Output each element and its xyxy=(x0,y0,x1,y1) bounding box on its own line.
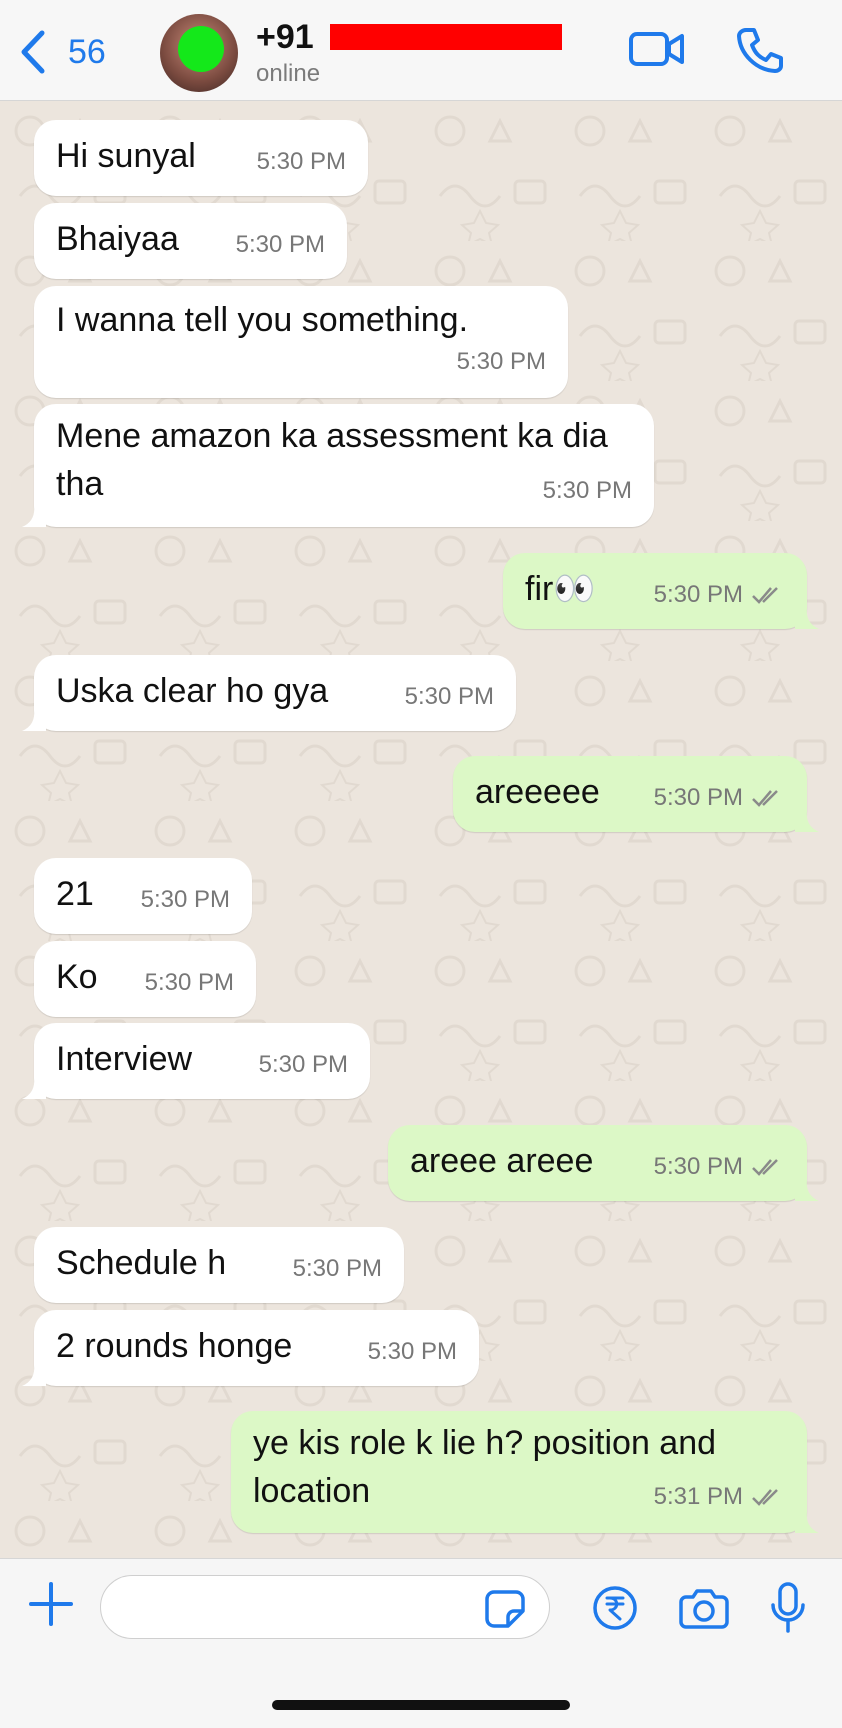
message-outgoing[interactable]: fir👀 5:30 PM xyxy=(503,553,819,629)
redacted-number-bar xyxy=(330,24,562,50)
message-time: 5:30 PM xyxy=(653,581,743,608)
message-outgoing[interactable]: ye kis role k lie h? position and locati… xyxy=(231,1411,819,1533)
video-call-button[interactable] xyxy=(628,26,686,72)
unread-count: 56 xyxy=(68,32,106,71)
message-incoming[interactable]: I wanna tell you something. 5:30 PM xyxy=(34,286,568,398)
contact-status: online xyxy=(256,60,321,87)
message-text: Mene amazon ka assessment ka dia tha xyxy=(56,417,608,503)
message-time: 5:30 PM xyxy=(256,148,346,175)
message-incoming[interactable]: Ko 5:30 PM xyxy=(34,941,256,1017)
plus-icon xyxy=(29,1582,73,1626)
voice-call-button[interactable] xyxy=(736,26,784,74)
message-time: 5:30 PM xyxy=(367,1338,457,1365)
voice-message-button[interactable] xyxy=(770,1581,806,1640)
message-outgoing[interactable]: areee areee 5:30 PM xyxy=(388,1125,819,1201)
read-receipt-icon xyxy=(752,790,778,807)
contact-avatar[interactable] xyxy=(160,14,238,92)
message-list[interactable]: Hi sunyal 5:30 PM Bhaiyaa 5:30 PM I wann… xyxy=(0,101,842,1558)
camera-icon xyxy=(679,1589,729,1629)
message-time: 5:30 PM xyxy=(292,1255,382,1282)
bubble-tail xyxy=(22,1364,46,1386)
phone-icon xyxy=(737,28,783,73)
message-incoming[interactable]: Hi sunyal 5:30 PM xyxy=(34,120,368,196)
message-outgoing[interactable]: areeeee 5:30 PM xyxy=(453,756,819,832)
message-incoming[interactable]: Mene amazon ka assessment ka dia tha 5:3… xyxy=(22,404,654,527)
message-time: 5:30 PM xyxy=(542,477,632,504)
message-time: 5:30 PM xyxy=(653,784,743,811)
bubble-tail xyxy=(22,505,46,527)
message-time: 5:30 PM xyxy=(144,969,234,996)
rupee-icon xyxy=(593,1586,637,1630)
message-time: 5:30 PM xyxy=(258,1051,348,1078)
message-time: 5:30 PM xyxy=(653,1153,743,1180)
sticker-icon xyxy=(485,1590,525,1628)
message-incoming[interactable]: 21 5:30 PM xyxy=(34,858,252,934)
message-incoming[interactable]: Interview 5:30 PM xyxy=(22,1023,370,1099)
message-time: 5:30 PM xyxy=(140,886,230,913)
bubble-tail xyxy=(22,709,46,731)
avatar-redaction-dot xyxy=(178,26,224,72)
home-indicator[interactable] xyxy=(272,1700,570,1710)
message-time: 5:30 PM xyxy=(404,683,494,710)
camera-button[interactable] xyxy=(678,1587,730,1634)
payment-button[interactable] xyxy=(592,1585,638,1636)
bubble-tail xyxy=(795,810,819,832)
bubble-tail xyxy=(795,1511,819,1533)
chevron-left-icon xyxy=(21,30,45,74)
bubble-tail xyxy=(795,1179,819,1201)
message-text: I wanna tell you something. xyxy=(56,301,469,339)
sticker-button[interactable] xyxy=(484,1589,526,1634)
attach-button[interactable] xyxy=(28,1581,74,1632)
message-incoming[interactable]: Uska clear ho gya 5:30 PM xyxy=(22,655,516,731)
message-time: 5:30 PM xyxy=(456,348,546,375)
bubble-tail xyxy=(22,1077,46,1099)
back-button[interactable]: 56 xyxy=(18,28,106,76)
contact-name[interactable]: +91 xyxy=(256,18,314,57)
message-incoming[interactable]: Schedule h 5:30 PM xyxy=(34,1227,404,1303)
bubble-tail xyxy=(795,607,819,629)
message-time: 5:31 PM xyxy=(653,1483,743,1510)
message-incoming[interactable]: Bhaiyaa 5:30 PM xyxy=(34,203,347,279)
message-incoming[interactable]: 2 rounds honge 5:30 PM xyxy=(22,1310,479,1386)
read-receipt-icon xyxy=(752,587,778,604)
read-receipt-icon xyxy=(752,1159,778,1176)
message-time: 5:30 PM xyxy=(235,231,325,258)
message-input[interactable] xyxy=(100,1575,550,1639)
read-receipt-icon xyxy=(752,1489,778,1506)
chat-header: 56 +91 online xyxy=(0,0,842,101)
microphone-icon xyxy=(771,1582,805,1633)
video-camera-icon xyxy=(629,32,684,66)
